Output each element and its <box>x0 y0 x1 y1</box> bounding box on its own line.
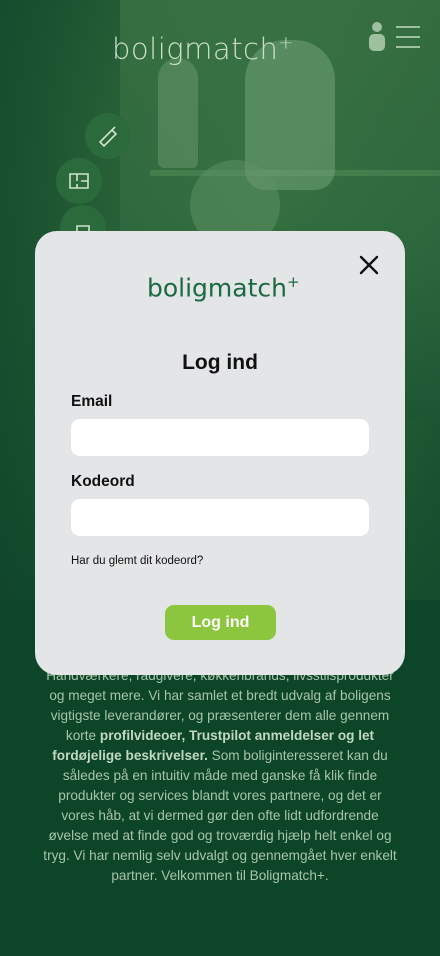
login-title: Log ind <box>182 351 258 374</box>
intro-text-end: Som boliginteresseret kan du således på … <box>43 748 397 883</box>
login-modal: boligmatch+ Log ind Email Kodeord Har du… <box>35 231 405 675</box>
email-field[interactable] <box>71 419 369 456</box>
password-field[interactable] <box>71 499 369 536</box>
header-logo-text: boligmatch <box>112 32 279 66</box>
menu-line <box>396 26 420 28</box>
header-logo-plus: + <box>278 32 294 54</box>
modal-logo: boligmatch+ <box>147 273 307 302</box>
menu-line <box>396 36 420 38</box>
intro-text: Håndværkere, rådgivere, køkkenbrands, li… <box>40 666 400 886</box>
user-icon[interactable] <box>366 20 388 52</box>
modal-logo-text: boligmatch <box>147 273 287 303</box>
floorplan-icon[interactable] <box>56 158 102 204</box>
menu-line <box>396 46 420 48</box>
forgot-password-link[interactable]: Har du glemt dit kodeord? <box>71 555 203 567</box>
close-icon[interactable] <box>357 253 381 277</box>
hamburger-menu-icon[interactable] <box>396 26 420 48</box>
login-button[interactable]: Log ind <box>165 605 276 640</box>
email-label: Email <box>71 393 113 410</box>
saw-icon[interactable] <box>85 113 131 159</box>
header-logo[interactable]: boligmatch+ <box>112 32 312 66</box>
hero-person-child <box>158 58 198 168</box>
password-label: Kodeord <box>71 473 135 490</box>
modal-logo-plus: + <box>287 273 300 291</box>
